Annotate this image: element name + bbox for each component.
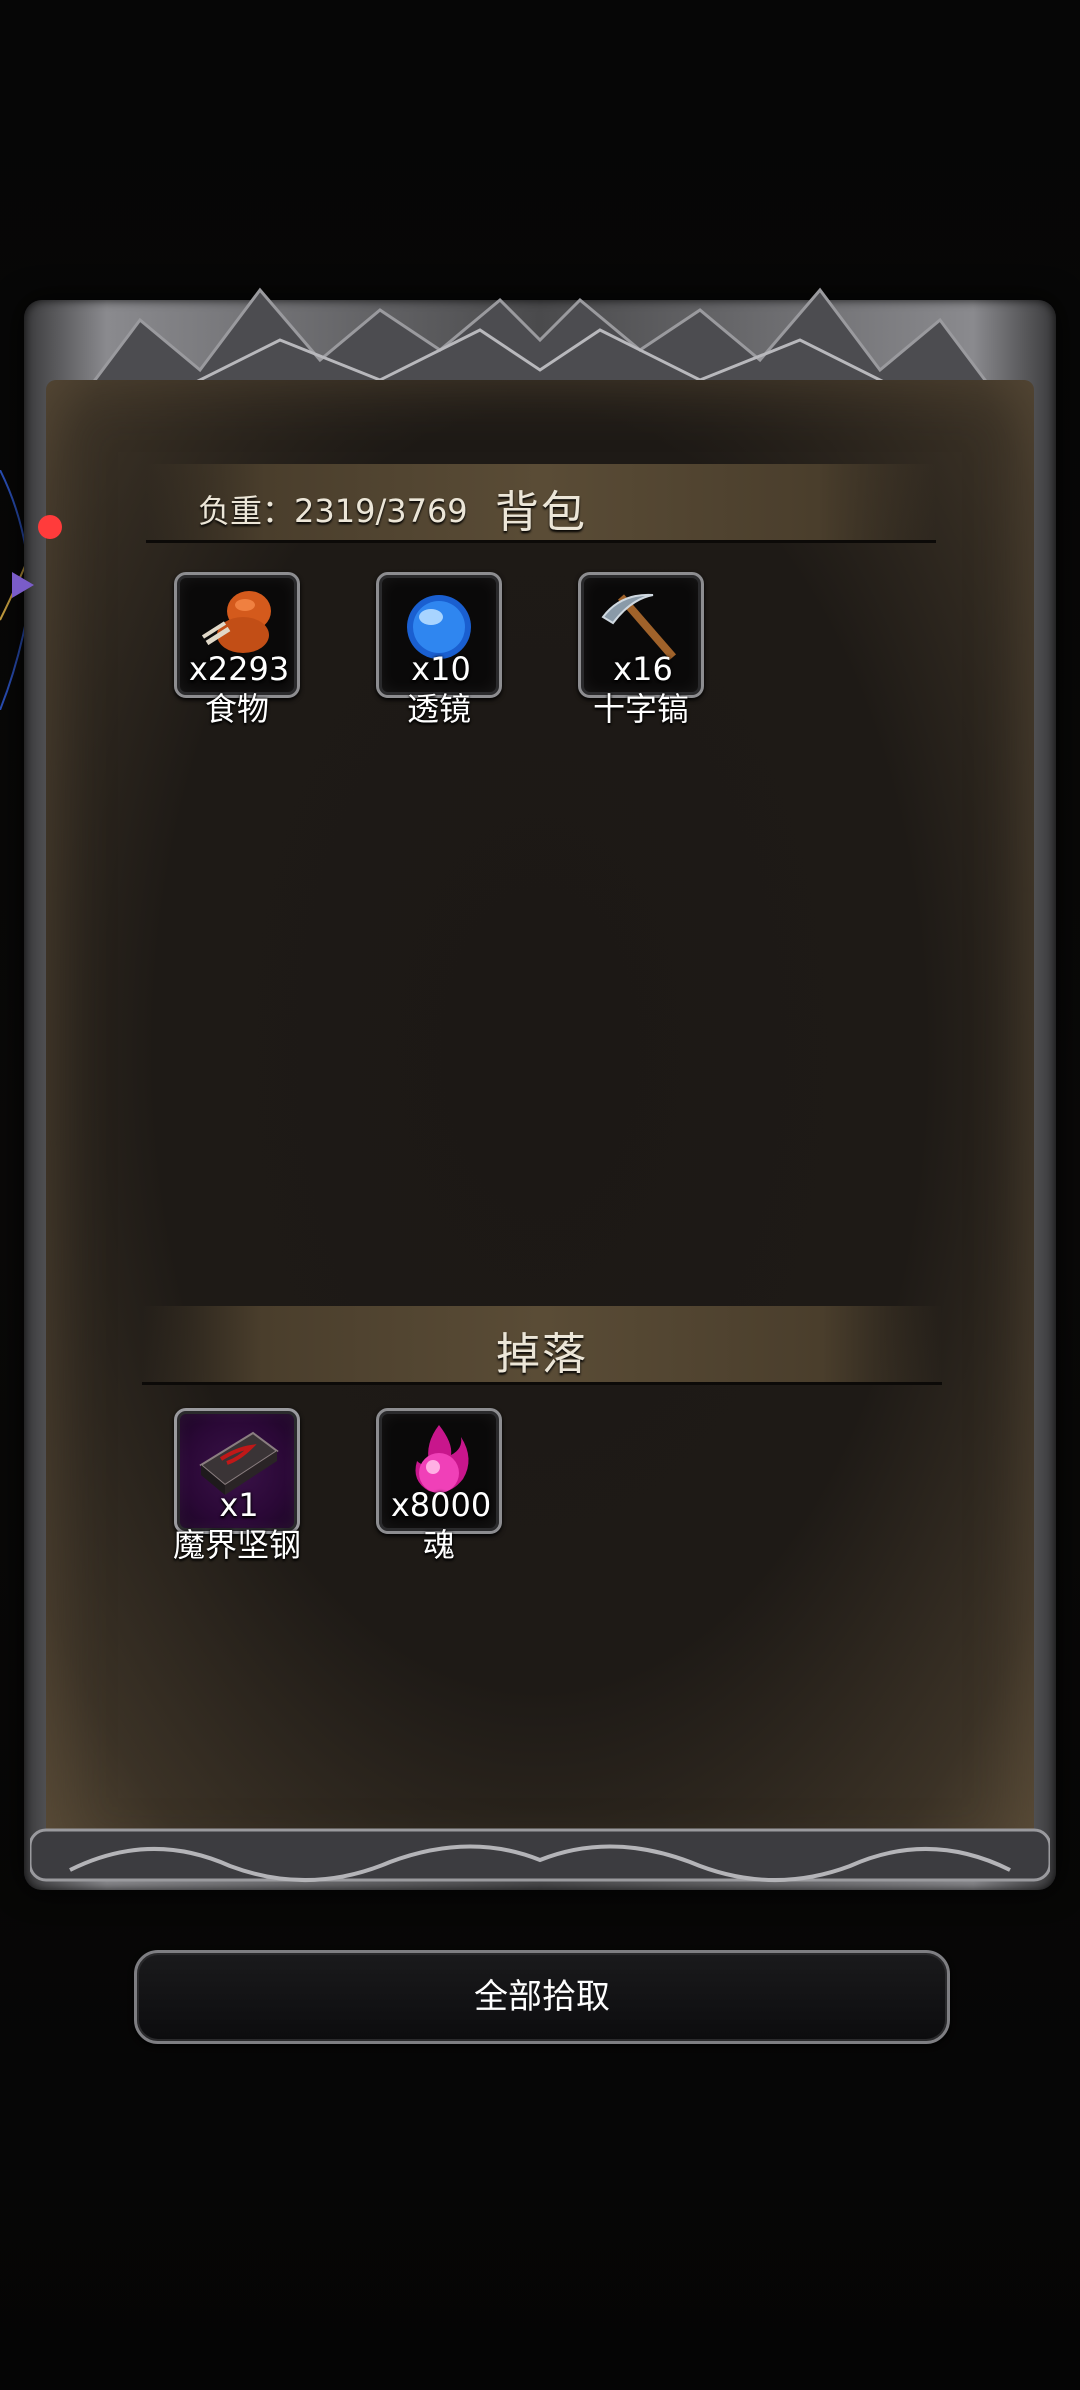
drops-item-grid: x1 魔界坚钢 x8000 魂 [173, 1408, 502, 1568]
item-count: x10 [411, 650, 471, 688]
item-name: 食物 [204, 690, 269, 728]
frame-bottom-ornament [30, 1828, 1050, 1883]
item-name: 十字镐 [592, 690, 689, 728]
backpack-item-food[interactable]: x2293 食物 [174, 572, 300, 732]
drop-item-soul[interactable]: x8000 魂 [376, 1408, 502, 1568]
item-name: 魂 [422, 1526, 455, 1564]
item-count: x16 [613, 650, 673, 688]
loot-screen: 负重：2319/3769 背包 x2293 食物 x10 透镜 x16 十字镐 … [0, 0, 1080, 2390]
backpack-item-grid: x2293 食物 x10 透镜 x16 十字镐 [174, 572, 704, 732]
backpack-item-lens[interactable]: x10 透镜 [376, 572, 502, 732]
pickup-all-button[interactable]: 全部拾取 [134, 1950, 950, 2044]
item-name: 魔界坚钢 [172, 1526, 301, 1564]
pickup-all-label: 全部拾取 [474, 1977, 610, 2017]
item-name: 透镜 [406, 690, 471, 728]
backpack-header: 负重：2319/3769 背包 [146, 464, 936, 543]
item-count: x1 [219, 1486, 259, 1524]
inventory-panel: 负重：2319/3769 背包 x2293 食物 x10 透镜 x16 十字镐 … [46, 380, 1034, 1870]
drops-header: 掉落 [142, 1306, 942, 1385]
backpack-title: 背包 [495, 487, 587, 538]
drop-item-demon-steel[interactable]: x1 魔界坚钢 [173, 1408, 301, 1568]
item-count: x8000 [390, 1486, 492, 1524]
expand-arrow-icon[interactable] [10, 570, 36, 600]
notification-dot[interactable] [38, 515, 62, 539]
item-count: x2293 [188, 650, 290, 688]
drops-title: 掉落 [496, 1329, 588, 1380]
backpack-item-pickaxe[interactable]: x16 十字镐 [578, 572, 704, 732]
